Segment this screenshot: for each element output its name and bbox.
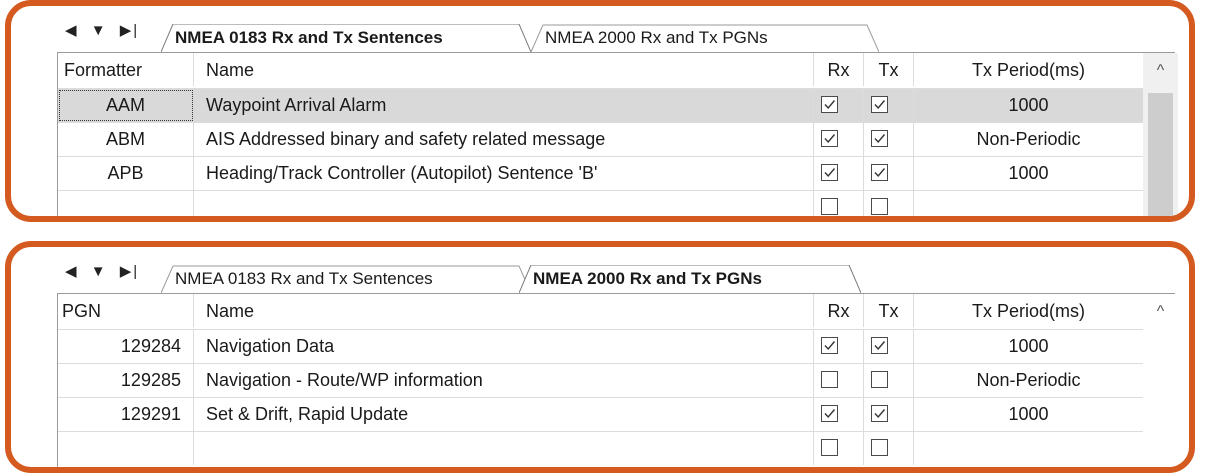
column-header-name[interactable]: Name: [194, 294, 814, 327]
cell-name: Heading/Track Controller (Autopilot) Sen…: [194, 157, 814, 190]
tab-nav-buttons: ◀ ▼ ▶|: [65, 21, 145, 39]
cell-tx-period[interactable]: 1000: [914, 398, 1143, 431]
cell-name: Navigation - Route/WP information: [194, 364, 814, 397]
tab-label: NMEA 0183 Rx and Tx Sentences: [175, 28, 443, 47]
cell-tx-period[interactable]: Non-Periodic: [914, 364, 1143, 397]
scrollbar-thumb[interactable]: [1148, 93, 1173, 216]
cell-formatter: ABM: [58, 123, 194, 156]
tab-strip: ◀ ▼ ▶| NMEA 0183 Rx and Tx Sentences NME…: [11, 247, 1189, 293]
sentences-table: Formatter Name Rx Tx Tx Period(ms) AAM W…: [57, 52, 1178, 216]
scroll-tabs-left-icon[interactable]: ◀: [65, 22, 79, 39]
tab-label: NMEA 2000 Rx and Tx PGNs: [545, 28, 768, 47]
rx-checkbox[interactable]: [821, 337, 838, 354]
cell-tx-period[interactable]: Non-Periodic: [914, 123, 1143, 156]
tab-nmea-2000[interactable]: NMEA 2000 Rx and Tx PGNs: [519, 265, 861, 293]
tx-checkbox[interactable]: [871, 96, 888, 113]
table-row[interactable]: 129291 Set & Drift, Rapid Update 1000: [58, 398, 1143, 431]
cell-formatter: AAM: [58, 89, 194, 122]
table-header: Formatter Name Rx Tx Tx Period(ms): [58, 53, 1143, 86]
cell-name: AIS Addressed binary and safety related …: [194, 123, 814, 156]
column-header-name[interactable]: Name: [194, 53, 814, 86]
table-row-partial: [58, 191, 1143, 216]
rx-checkbox[interactable]: [821, 96, 838, 113]
tx-checkbox[interactable]: [871, 371, 888, 388]
cell-tx-period[interactable]: 1000: [914, 330, 1143, 363]
cell-name: Navigation Data: [194, 330, 814, 363]
scroll-tabs-end-icon[interactable]: ▶|: [120, 22, 139, 39]
tab-nmea-0183[interactable]: NMEA 0183 Rx and Tx Sentences: [161, 265, 531, 293]
cell-name: Set & Drift, Rapid Update: [194, 398, 814, 431]
tx-checkbox[interactable]: [871, 337, 888, 354]
column-header-tx[interactable]: Tx: [864, 294, 914, 327]
table-row[interactable]: ABM AIS Addressed binary and safety rela…: [58, 123, 1143, 156]
column-header-tx[interactable]: Tx: [864, 53, 914, 86]
cell-tx-period[interactable]: 1000: [914, 157, 1143, 190]
rx-checkbox[interactable]: [821, 371, 838, 388]
vertical-scrollbar[interactable]: ^: [1143, 53, 1178, 216]
column-header-formatter[interactable]: Formatter: [58, 53, 194, 86]
column-header-rx[interactable]: Rx: [814, 294, 864, 327]
cell-pgn: 129285: [58, 364, 194, 397]
table-row[interactable]: 129285 Navigation - Route/WP information…: [58, 364, 1143, 397]
tx-checkbox[interactable]: [871, 164, 888, 181]
tx-checkbox[interactable]: [871, 405, 888, 422]
cell-tx-period[interactable]: 1000: [914, 89, 1143, 122]
pgn-table: PGN Name Rx Tx Tx Period(ms) 129284 Navi…: [57, 293, 1178, 467]
table-row[interactable]: APB Heading/Track Controller (Autopilot)…: [58, 157, 1143, 190]
cell-pgn: 129291: [58, 398, 194, 431]
table-row-partial: [58, 432, 1143, 465]
tab-label: NMEA 0183 Rx and Tx Sentences: [175, 269, 433, 288]
scroll-tabs-left-icon[interactable]: ◀: [65, 263, 79, 280]
table-header: PGN Name Rx Tx Tx Period(ms): [58, 294, 1143, 327]
table-row[interactable]: AAM Waypoint Arrival Alarm 1000: [58, 89, 1143, 122]
column-header-rx[interactable]: Rx: [814, 53, 864, 86]
scroll-up-icon[interactable]: ^: [1143, 53, 1178, 89]
nmea-0183-panel: ◀ ▼ ▶| NMEA 0183 Rx and Tx Sentences NME…: [5, 0, 1195, 222]
cell-formatter: APB: [58, 157, 194, 190]
rx-checkbox[interactable]: [821, 164, 838, 181]
nmea-2000-panel: ◀ ▼ ▶| NMEA 0183 Rx and Tx Sentences NME…: [5, 241, 1195, 473]
tab-list-dropdown-icon[interactable]: ▼: [91, 22, 108, 39]
column-header-tx-period[interactable]: Tx Period(ms): [914, 294, 1143, 327]
scroll-tabs-end-icon[interactable]: ▶|: [120, 263, 139, 280]
cell-pgn: 129284: [58, 330, 194, 363]
vertical-scrollbar[interactable]: ^: [1143, 294, 1178, 467]
tx-checkbox[interactable]: [871, 130, 888, 147]
rx-checkbox[interactable]: [821, 130, 838, 147]
column-header-pgn[interactable]: PGN: [58, 294, 194, 327]
table-row[interactable]: 129284 Navigation Data 1000: [58, 330, 1143, 363]
tab-nmea-0183[interactable]: NMEA 0183 Rx and Tx Sentences: [161, 24, 531, 52]
tab-strip: ◀ ▼ ▶| NMEA 0183 Rx and Tx Sentences NME…: [11, 6, 1189, 52]
tab-label: NMEA 2000 Rx and Tx PGNs: [533, 269, 762, 288]
rx-checkbox[interactable]: [821, 405, 838, 422]
tab-list-dropdown-icon[interactable]: ▼: [91, 263, 108, 280]
tab-nav-buttons: ◀ ▼ ▶|: [65, 262, 145, 280]
column-header-tx-period[interactable]: Tx Period(ms): [914, 53, 1143, 86]
tab-nmea-2000[interactable]: NMEA 2000 Rx and Tx PGNs: [531, 24, 879, 52]
cell-name: Waypoint Arrival Alarm: [194, 89, 814, 122]
scroll-up-icon[interactable]: ^: [1143, 294, 1178, 330]
